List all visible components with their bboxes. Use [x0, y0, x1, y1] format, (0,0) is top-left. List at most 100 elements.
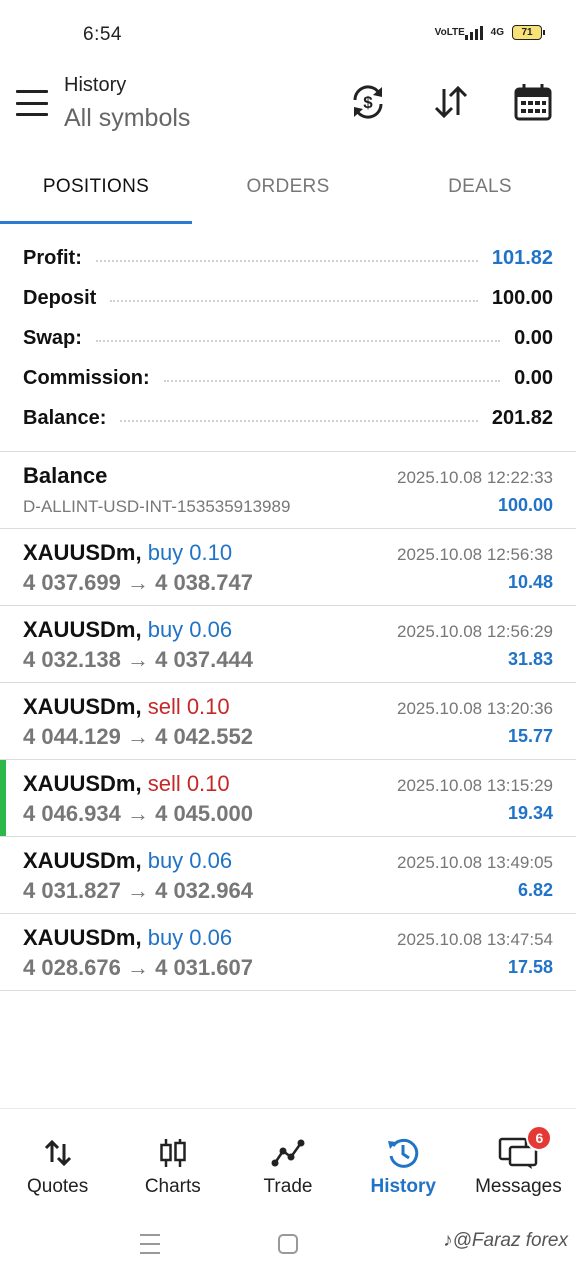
dotted-leader [110, 300, 478, 302]
position-prices: 4 028.676 → 4 031.607 [23, 955, 253, 980]
nav-messages-label: Messages [475, 1176, 562, 1197]
nav-quotes[interactable]: Quotes [0, 1109, 115, 1212]
position-profit: 31.83 [507, 649, 553, 669]
messages-icon: 6 [498, 1125, 553, 1171]
symbol-filter[interactable]: All symbols [64, 104, 190, 133]
position-prices: 4 032.138 → 4 037.444 [23, 647, 253, 672]
balance-entry-comment: D-ALLINT-USD-INT-153535913989 [23, 497, 291, 516]
position-time: 2025.10.08 13:47:54 [397, 930, 553, 949]
deposit-label: Deposit [23, 286, 97, 309]
position-profit: 17.58 [507, 957, 553, 977]
balance-entry-title: Balance [23, 463, 108, 488]
dotted-leader [95, 260, 478, 262]
status-time: 6:54 [83, 24, 122, 45]
position-symbol: XAUUSDm, sell 0.10 [23, 694, 230, 719]
currency-refresh-icon[interactable]: $ [348, 82, 388, 122]
position-row[interactable]: XAUUSDm, buy 0.10 4 037.699 → 4 038.747 … [0, 529, 576, 606]
position-row[interactable]: XAUUSDm, buy 0.06 4 028.676 → 4 031.607 … [0, 914, 576, 991]
dotted-leader [163, 380, 501, 382]
nav-trade-label: Trade [263, 1176, 313, 1197]
balance-value: 201.82 [491, 406, 553, 429]
position-row[interactable]: XAUUSDm, sell 0.10 4 044.129 → 4 042.552… [0, 683, 576, 760]
trade-line-icon [268, 1135, 308, 1171]
position-symbol: XAUUSDm, buy 0.06 [23, 925, 233, 950]
position-symbol: XAUUSDm, buy 0.06 [23, 617, 233, 642]
app-bar: History All symbols $ [0, 70, 576, 150]
status-bar: 6:54 VoLTE 4G 71 [0, 0, 576, 70]
swap-label: Swap: [23, 326, 82, 349]
position-type: buy 0.06 [147, 617, 233, 642]
history-icon [383, 1135, 423, 1171]
bottom-nav: Quotes Charts Trade History 6 Messages [0, 1108, 576, 1212]
svg-text:$: $ [363, 93, 373, 112]
position-type: buy 0.06 [147, 848, 233, 873]
position-time: 2025.10.08 13:49:05 [397, 853, 553, 872]
summary-balance-row: Balance: 201.82 [0, 398, 576, 438]
history-list: Balance D-ALLINT-USD-INT-153535913989 20… [0, 452, 576, 991]
position-row[interactable]: XAUUSDm, buy 0.06 4 031.827 → 4 032.964 … [0, 837, 576, 914]
position-prices: 4 044.129 → 4 042.552 [23, 724, 253, 749]
commission-value: 0.00 [514, 366, 553, 389]
balance-label: Balance: [23, 406, 107, 429]
position-type: sell 0.10 [147, 771, 230, 796]
position-prices: 4 031.827 → 4 032.964 [23, 878, 253, 903]
position-type: sell 0.10 [147, 694, 230, 719]
menu-icon[interactable] [16, 90, 48, 116]
commission-label: Commission: [23, 366, 150, 389]
position-symbol: XAUUSDm, buy 0.06 [23, 848, 233, 873]
summary-profit-row: Profit: 101.82 [0, 238, 576, 278]
volte-indicator: VoLTE [434, 26, 465, 38]
position-time: 2025.10.08 12:56:38 [397, 545, 553, 564]
position-row[interactable]: XAUUSDm, buy 0.06 4 032.138 → 4 037.444 … [0, 606, 576, 683]
position-prices: 4 046.934 → 4 045.000 [23, 801, 253, 826]
battery-level: 71 [521, 26, 533, 38]
profit-value: 101.82 [491, 246, 553, 269]
candlestick-icon [153, 1135, 193, 1171]
position-profit: 10.48 [507, 572, 553, 592]
position-prices: 4 037.699 → 4 038.747 [23, 570, 253, 595]
position-row-selected[interactable]: XAUUSDm, sell 0.10 4 046.934 → 4 045.000… [0, 760, 576, 837]
nav-messages[interactable]: 6 Messages [461, 1109, 576, 1212]
signal-icon [464, 24, 483, 40]
position-time: 2025.10.08 12:56:29 [397, 622, 553, 641]
tab-orders[interactable]: ORDERS [192, 150, 384, 224]
position-type: buy 0.10 [147, 540, 233, 565]
tab-bar: POSITIONS ORDERS DEALS [0, 150, 576, 224]
sort-icon[interactable] [431, 82, 471, 122]
dotted-leader [120, 420, 478, 422]
tiktok-icon: ♪ [443, 1230, 453, 1251]
watermark: ♪@Faraz forex [443, 1230, 568, 1251]
tab-deals[interactable]: DEALS [384, 150, 576, 224]
position-symbol: XAUUSDm, buy 0.10 [23, 540, 233, 565]
position-profit: 19.34 [507, 803, 553, 823]
position-time: 2025.10.08 13:20:36 [397, 699, 553, 718]
status-indicators: VoLTE 4G 71 [434, 24, 545, 40]
battery-icon: 71 [512, 24, 545, 40]
swap-value: 0.00 [514, 326, 553, 349]
nav-quotes-label: Quotes [26, 1176, 89, 1197]
position-profit: 6.82 [517, 880, 553, 900]
summary-commission-row: Commission: 0.00 [0, 358, 576, 398]
position-profit: 15.77 [507, 726, 553, 746]
quotes-icon [38, 1135, 78, 1171]
balance-entry-time: 2025.10.08 12:22:33 [397, 468, 553, 487]
nav-charts[interactable]: Charts [115, 1109, 230, 1212]
position-time: 2025.10.08 13:15:29 [397, 776, 553, 795]
balance-entry[interactable]: Balance D-ALLINT-USD-INT-153535913989 20… [0, 452, 576, 529]
deposit-value: 100.00 [491, 286, 553, 309]
summary-panel: Profit: 101.82 Deposit 100.00 Swap: 0.00… [0, 238, 576, 438]
position-symbol: XAUUSDm, sell 0.10 [23, 771, 230, 796]
recents-button[interactable] [140, 1234, 160, 1254]
messages-badge: 6 [526, 1125, 553, 1151]
summary-deposit-row: Deposit 100.00 [0, 278, 576, 318]
network-type: 4G [490, 26, 504, 38]
nav-trade[interactable]: Trade [230, 1109, 345, 1212]
tab-positions[interactable]: POSITIONS [0, 150, 192, 224]
page-title: History [64, 74, 127, 96]
home-button[interactable] [278, 1234, 298, 1254]
nav-history[interactable]: History [346, 1109, 461, 1212]
dotted-leader [95, 340, 501, 342]
summary-swap-row: Swap: 0.00 [0, 318, 576, 358]
nav-history-label: History [370, 1176, 436, 1197]
calendar-icon[interactable] [513, 82, 553, 122]
